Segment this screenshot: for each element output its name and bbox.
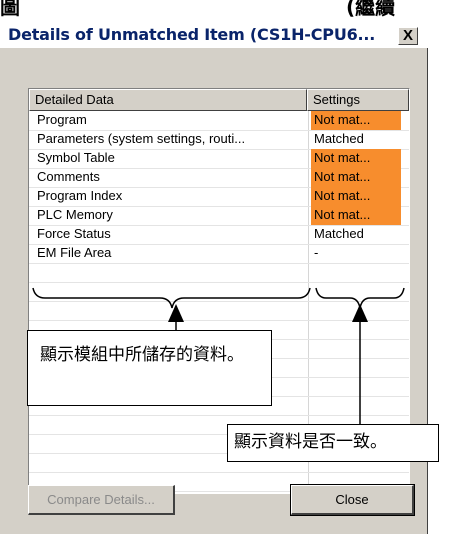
right-arrow-head [352,304,368,322]
left-brace [32,287,311,309]
left-arrow-head [168,304,184,322]
callout-match-status: 顯示資料是否一致。 [227,424,439,462]
callout-stored-data: 顯示模組中所儲存的資料。 [27,330,272,406]
